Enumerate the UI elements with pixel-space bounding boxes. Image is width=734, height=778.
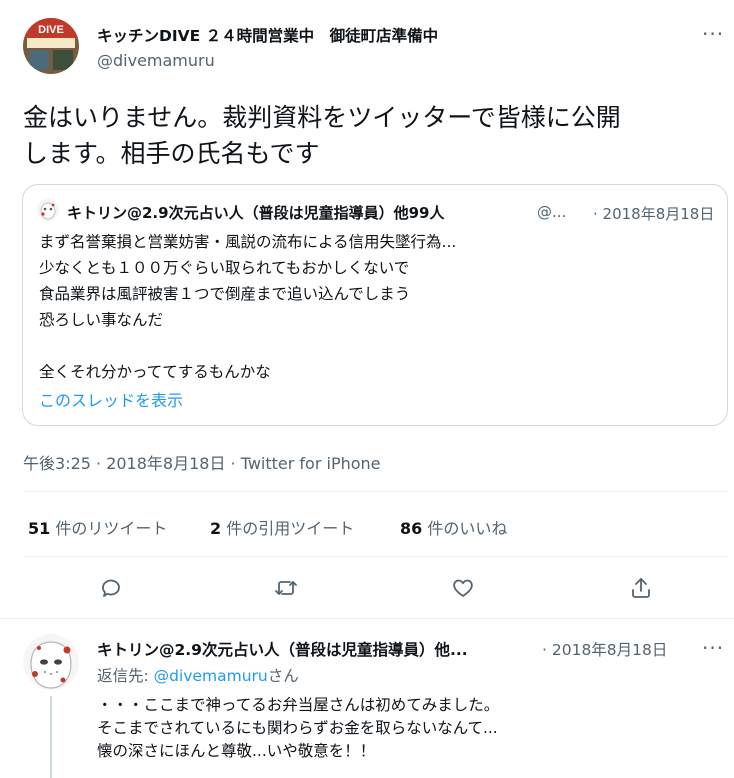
quote-text-line: まず名誉棄損と営業妨害・風説の流布による信用失墜行為... — [39, 233, 457, 251]
share-icon[interactable] — [629, 576, 653, 604]
author-handle[interactable]: @divemamuru — [97, 51, 215, 70]
quote-avatar — [37, 199, 59, 221]
section-divider — [0, 618, 734, 619]
quote-author-handle: @... — [537, 203, 567, 221]
tweet-timestamp[interactable]: 午後3:25 · 2018年8月18日 · Twitter for iPhone — [23, 450, 381, 474]
reply-author-avatar[interactable] — [23, 634, 79, 690]
reply-text-line: そこまでされているにも関わらずお金を取らないなんて... — [97, 719, 498, 737]
reply-to-suffix: さん — [267, 667, 299, 685]
divider — [23, 556, 728, 557]
quote-text-line: 少なくとも１００万ぐらい取られてもおかしくないで — [39, 259, 410, 277]
quote-text: まず名誉棄損と営業妨害・風説の流布による信用失墜行為... 少なくとも１００万ぐ… — [39, 229, 456, 385]
reply-to-line: 返信先: @divemamuruさん — [97, 664, 299, 686]
quotes-label: 件の引用ツイート — [221, 519, 355, 538]
quote-tweets-count[interactable]: 2 件の引用ツイート — [210, 515, 354, 539]
reply-date[interactable]: · 2018年8月18日 — [542, 638, 667, 660]
tweet-text: 金はいりません。裁判資料をツイッターで皆様に公開 します。相手の氏名もです — [23, 100, 723, 172]
reply-more-options-icon[interactable]: ··· — [702, 636, 724, 660]
retweets-label: 件のリツイート — [50, 519, 168, 538]
likes-number: 86 — [400, 519, 423, 538]
retweets-number: 51 — [28, 519, 51, 538]
reply-to-handle-link[interactable]: @divemamuru — [154, 667, 268, 685]
likes-count[interactable]: 86 件のいいね — [400, 515, 507, 539]
quote-text-line: 全くそれ分かっててするもんかな — [39, 363, 271, 381]
reply-icon[interactable] — [99, 576, 123, 604]
quoted-tweet[interactable]: キトリン@2.9次元占い人（普段は児童指導員）他99人 @... · 2018年… — [22, 184, 728, 426]
retweets-count[interactable]: 51 件のリツイート — [28, 515, 167, 539]
quote-author-name: キトリン@2.9次元占い人（普段は児童指導員）他99人 — [67, 204, 445, 222]
likes-label: 件のいいね — [422, 519, 508, 538]
reply-text-line: ・・・ここまで神ってるお弁当屋さんは初めてみました。 — [97, 696, 500, 714]
reply-to-prefix: 返信先: — [97, 667, 154, 685]
reply-author-name[interactable]: キトリン@2.9次元占い人（普段は児童指導員）他... — [97, 638, 468, 660]
tweet-text-line: します。相手の氏名もです — [23, 139, 320, 168]
reply-text-line: 懐の深さにほんと尊敬...いや敬意を！！ — [97, 742, 376, 760]
quote-text-line: 恐ろしい事なんだ — [39, 311, 164, 329]
divider — [23, 491, 728, 492]
tweet-text-line: 金はいりません。裁判資料をツイッターで皆様に公開 — [23, 103, 621, 132]
author-name[interactable]: キッチンDIVE ２４時間営業中 御徒町店準備中 — [97, 24, 438, 46]
show-thread-link[interactable]: このスレッドを表示 — [39, 387, 183, 411]
quote-date: · 2018年8月18日 — [593, 205, 715, 223]
quote-text-line — [39, 333, 456, 359]
more-options-icon[interactable]: ··· — [702, 22, 724, 46]
like-icon[interactable] — [451, 576, 475, 604]
author-avatar[interactable]: DIVE — [23, 18, 79, 74]
retweet-icon[interactable] — [274, 576, 298, 604]
avatar-sign-text: DIVE — [38, 24, 64, 36]
thread-connector-line — [50, 696, 52, 778]
quote-text-line: 食品業界は風評被害１つで倒産まで追い込んでしまう — [39, 285, 411, 303]
reply-text: ・・・ここまで神ってるお弁当屋さんは初めてみました。 そこまでされているにも関わ… — [97, 694, 499, 763]
quotes-number: 2 — [210, 519, 222, 538]
